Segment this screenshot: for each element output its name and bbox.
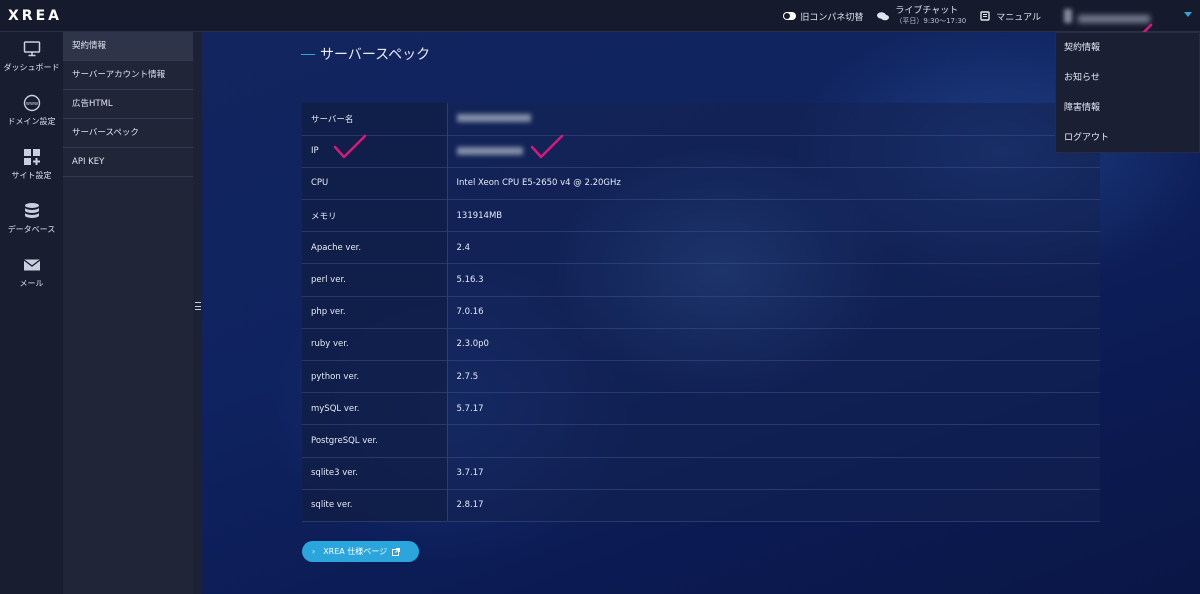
rail-item-database[interactable]: データベース xyxy=(0,194,63,248)
rail-label-mail: メール xyxy=(19,279,44,288)
live-chat-label: ライブチャット xyxy=(895,6,959,16)
spec-row: php ver. 7.0.16 xyxy=(302,296,1100,329)
menu-collapse-icon[interactable] xyxy=(193,300,202,312)
legacy-panel-toggle-label: 旧コンパネ切替 xyxy=(800,12,864,23)
spec-label: perl ver. xyxy=(302,263,448,297)
grid-plus-icon xyxy=(23,149,40,165)
manual-label: マニュアル xyxy=(996,12,1041,23)
spec-label: python ver. xyxy=(302,360,448,393)
spec-value: 2.8.17 xyxy=(456,500,484,511)
book-icon xyxy=(980,11,990,21)
dropdown-item-contract[interactable]: 契約情報 xyxy=(1056,33,1199,63)
avatar xyxy=(1064,9,1072,23)
spec-label: mySQL ver. xyxy=(302,392,448,425)
spec-label: IP xyxy=(302,135,448,168)
spec-row: mySQL ver. 5.7.17 xyxy=(302,392,1100,425)
monitor-icon xyxy=(23,41,40,57)
spec-label: CPU xyxy=(302,167,448,200)
spec-label: sqlite3 ver. xyxy=(302,457,448,490)
top-bar: XREA 旧コンパネ切替 ライブチャット （平日）9:30〜17:30 マニュア… xyxy=(0,0,1200,32)
spec-row: ruby ver. 2.3.0p0 xyxy=(302,328,1100,361)
rail-item-mail[interactable]: メール xyxy=(0,248,63,302)
spec-row: sqlite ver. 2.8.17 xyxy=(302,489,1100,522)
spec-value: 5.7.17 xyxy=(456,403,484,414)
database-icon xyxy=(24,203,39,218)
spec-value: 2.4 xyxy=(456,242,471,253)
mail-icon xyxy=(23,259,40,271)
rail-label-dashboard: ダッシュボード xyxy=(3,63,60,72)
spec-value: 7.0.16 xyxy=(456,307,484,318)
spec-label: サーバー名 xyxy=(302,103,448,136)
spec-row: メモリ 131914MB xyxy=(302,199,1100,232)
spec-row: サーバー名 xyxy=(302,103,1100,136)
checkmark-annotation-icon xyxy=(530,134,564,159)
contract-submenu: 契約情報 サーバーアカウント情報 広告HTML サーバースペック API KEY xyxy=(63,32,193,594)
spec-row: perl ver. 5.16.3 xyxy=(302,263,1100,297)
legacy-panel-toggle[interactable]: 旧コンパネ切替 xyxy=(783,10,863,23)
spec-label: メモリ xyxy=(302,199,448,232)
main-content: サーバースペック サーバー名 IP CPU Intel Xeon CPU E5-265… xyxy=(202,32,1200,594)
spec-row: sqlite3 ver. 3.7.17 xyxy=(302,457,1100,490)
spec-value: 2.3.0p0 xyxy=(456,339,489,350)
spec-row: python ver. 2.7.5 xyxy=(302,360,1100,393)
submenu-item-api-key[interactable]: API KEY xyxy=(63,148,193,177)
spec-label: php ver. xyxy=(302,296,448,329)
www-icon: www xyxy=(23,94,40,112)
submenu-item-contract[interactable]: 契約情報 xyxy=(63,32,193,61)
rail-label-domain: ドメイン設定 xyxy=(7,117,56,126)
spec-label: ruby ver. xyxy=(302,328,448,361)
manual-link[interactable]: マニュアル xyxy=(980,10,1041,23)
spec-label: PostgreSQL ver. xyxy=(302,424,448,458)
toggle-icon[interactable] xyxy=(783,12,797,20)
spec-label: sqlite ver. xyxy=(302,489,448,522)
page-title: サーバースペック xyxy=(301,44,430,64)
spec-value: 5.16.3 xyxy=(456,275,484,286)
rail-label-site: サイト設定 xyxy=(11,171,52,180)
spec-value xyxy=(447,425,1100,457)
live-chat-hours: （平日）9:30〜17:30 xyxy=(895,17,967,25)
chevron-down-icon[interactable] xyxy=(1184,12,1192,17)
page-title-text: サーバースペック xyxy=(320,47,431,63)
redacted-value xyxy=(456,146,523,155)
dropdown-item-logout[interactable]: ログアウト xyxy=(1056,123,1199,153)
chat-icon xyxy=(877,11,890,20)
submenu-item-server-spec[interactable]: サーバースペック xyxy=(63,119,193,148)
live-chat-link[interactable]: ライブチャット （平日）9:30〜17:30 xyxy=(877,6,966,26)
dropdown-item-news[interactable]: お知らせ xyxy=(1056,63,1199,93)
spec-value: 2.7.5 xyxy=(456,371,479,382)
submenu-gutter xyxy=(193,32,202,594)
user-dropdown-menu: 契約情報 お知らせ 障害情報 ログアウト xyxy=(1055,32,1200,153)
checkmark-annotation-icon xyxy=(333,134,367,159)
chevron-right-icon: › xyxy=(312,547,316,556)
submenu-item-account-info[interactable]: サーバーアカウント情報 xyxy=(63,61,193,90)
spec-row: PostgreSQL ver. xyxy=(302,424,1100,458)
spec-value: 3.7.17 xyxy=(456,468,484,479)
svg-text:www: www xyxy=(25,101,37,107)
spec-row: IP xyxy=(302,135,1100,168)
xrea-spec-page-button[interactable]: › XREA 仕様ページ xyxy=(302,541,419,562)
spec-value-redacted xyxy=(447,103,1100,135)
redacted-value xyxy=(456,114,531,123)
rail-label-database: データベース xyxy=(7,225,56,234)
spec-label: Apache ver. xyxy=(302,231,448,264)
spec-value: Intel Xeon CPU E5-2650 v4 @ 2.20GHz xyxy=(456,178,621,189)
icon-rail: ダッシュボード www ドメイン設定 サイト設定 データベース メール xyxy=(0,32,63,594)
xrea-logo[interactable]: XREA xyxy=(8,8,62,24)
spec-value: 131914MB xyxy=(456,210,503,221)
spec-row: Apache ver. 2.4 xyxy=(302,231,1100,264)
rail-item-dashboard[interactable]: ダッシュボード xyxy=(0,32,63,86)
rail-item-site[interactable]: サイト設定 xyxy=(0,140,63,194)
spec-row: CPU Intel Xeon CPU E5-2650 v4 @ 2.20GHz xyxy=(302,167,1100,200)
dropdown-item-incidents[interactable]: 障害情報 xyxy=(1056,93,1199,123)
external-link-icon xyxy=(392,547,401,556)
xrea-spec-page-label: XREA 仕様ページ xyxy=(323,547,388,556)
submenu-item-ad-html[interactable]: 広告HTML xyxy=(63,90,193,119)
title-dash xyxy=(301,53,315,55)
rail-item-domain[interactable]: www ドメイン設定 xyxy=(0,86,63,140)
server-spec-table: サーバー名 IP CPU Intel Xeon CPU E5-2650 v4 @ 2.… xyxy=(302,103,1100,522)
